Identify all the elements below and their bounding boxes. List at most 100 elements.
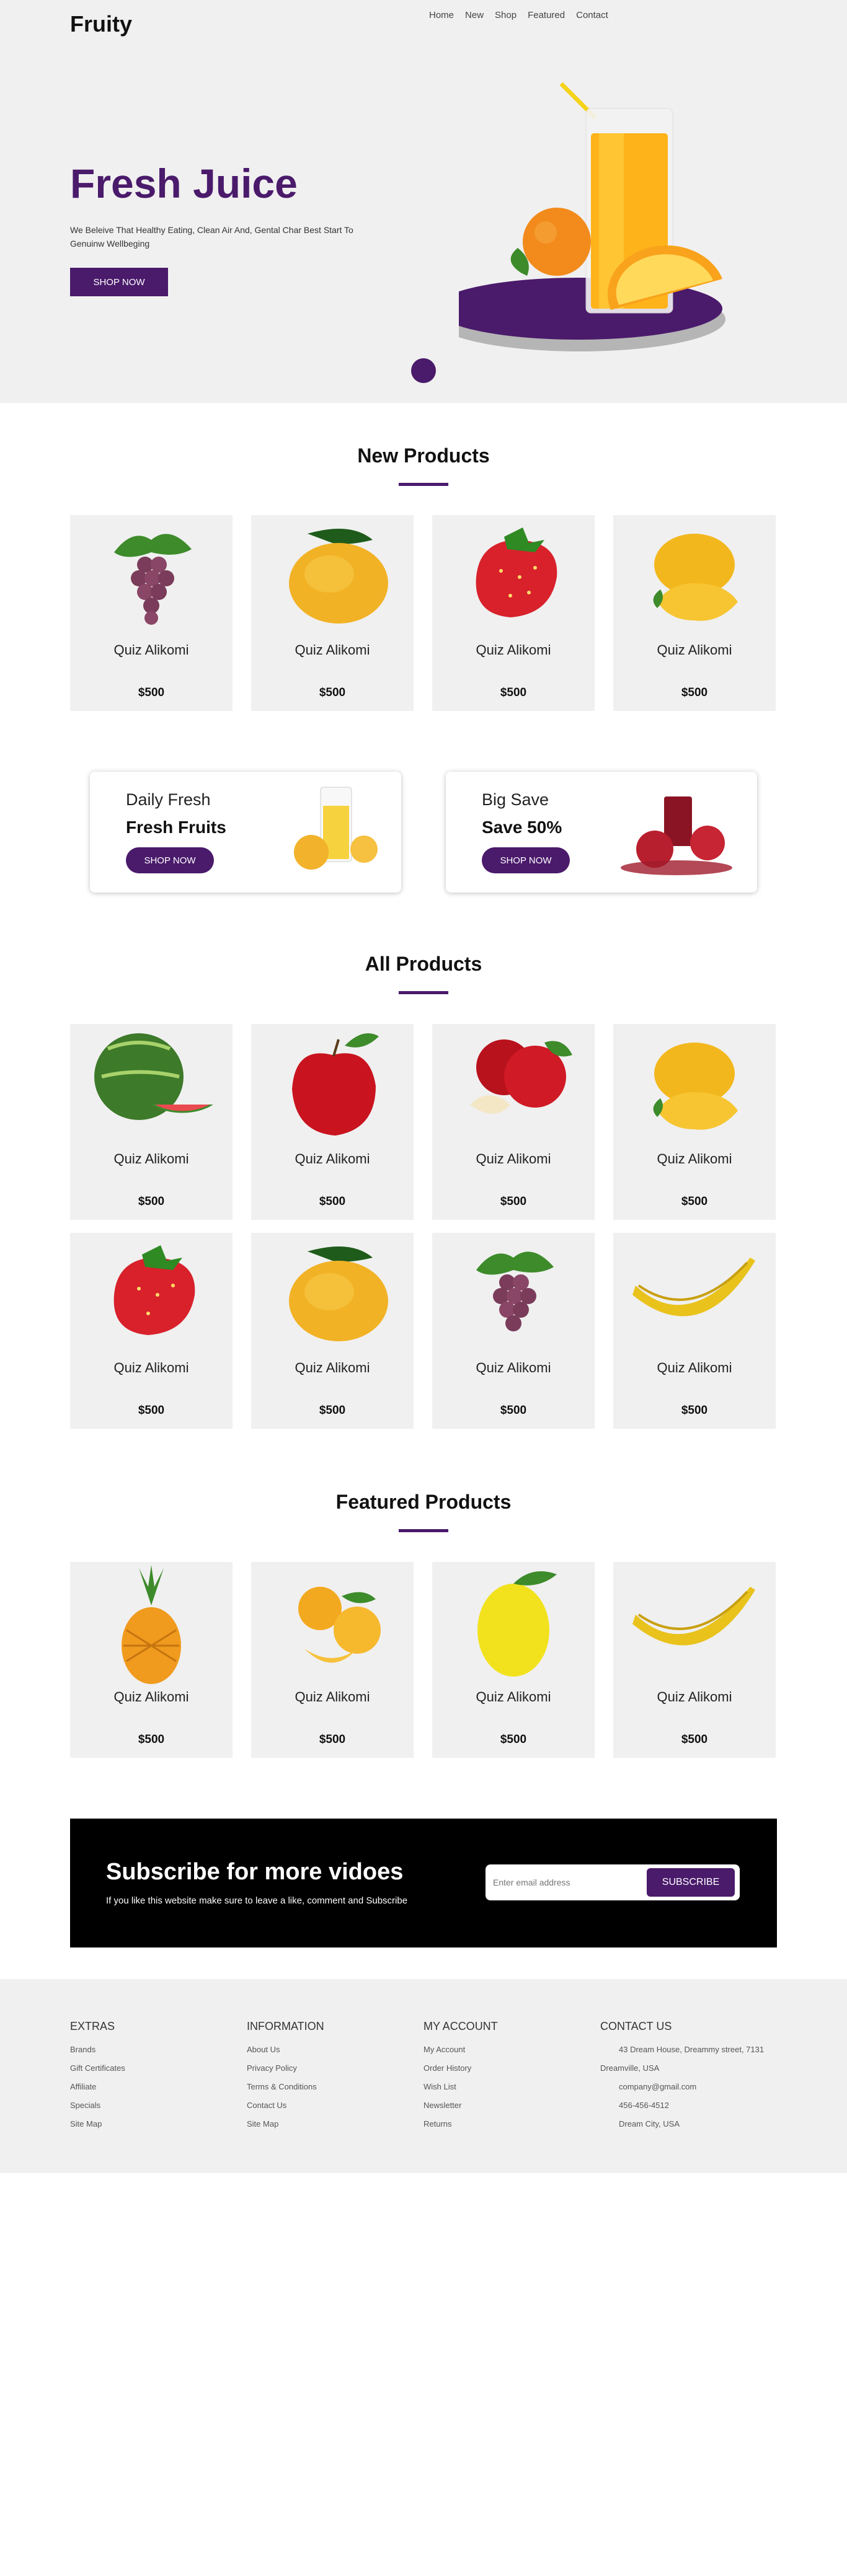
product-price: $500: [319, 686, 346, 699]
promo-shop-now-button[interactable]: SHOP NOW: [126, 847, 214, 873]
product-card[interactable]: Quiz Alikomi $500: [432, 515, 595, 711]
nav-shop[interactable]: Shop: [495, 10, 517, 20]
footer-link[interactable]: Gift Certificates: [70, 2063, 125, 2081]
grapes-image: [476, 1251, 554, 1331]
product-price: $500: [681, 1733, 708, 1746]
promo-shop-now-button[interactable]: SHOP NOW: [482, 847, 570, 873]
hero-tagline: We Beleive That Healthy Eating, Clean Ai…: [70, 225, 353, 249]
nav-home[interactable]: Home: [429, 10, 454, 20]
product-card[interactable]: Quiz Alikomi $500: [613, 1233, 776, 1429]
product-name: Quiz Alikomi: [113, 1151, 189, 1167]
contact-phone[interactable]: 456-456-4512: [600, 2100, 764, 2119]
product-name: Quiz Alikomi: [295, 1360, 370, 1375]
contact-email[interactable]: company@gmail.com: [600, 2081, 764, 2100]
footer-contact: CONTACT US 43 Dream House, Dreammy stree…: [600, 2020, 764, 2137]
featured-products-heading: Featured Products: [335, 1491, 512, 1513]
footer-link[interactable]: Brands: [70, 2044, 125, 2063]
heading-underline: [399, 1529, 448, 1532]
product-card[interactable]: Quiz Alikomi $500: [613, 1562, 776, 1758]
footer-link[interactable]: Newsletter: [423, 2100, 498, 2119]
product-card[interactable]: Quiz Alikomi $500: [70, 1024, 233, 1220]
pineapple-image: [122, 1565, 181, 1684]
contact-location: Dream City, USA: [619, 2119, 680, 2128]
product-price: $500: [138, 1404, 165, 1417]
footer-heading: MY ACCOUNT: [423, 2020, 498, 2032]
nav-new[interactable]: New: [465, 10, 484, 20]
product-price: $500: [138, 686, 165, 699]
product-price: $500: [500, 1733, 527, 1746]
footer-link[interactable]: My Account: [423, 2044, 498, 2063]
promo-subtitle: Daily Fresh: [126, 790, 211, 809]
product-name: Quiz Alikomi: [476, 1360, 551, 1375]
mango-image: [289, 529, 388, 624]
banana-image: [632, 1587, 755, 1646]
heading-underline: [399, 483, 448, 486]
product-card[interactable]: Quiz Alikomi $500: [251, 1024, 414, 1220]
subscribe-title: Subscribe for more vidoes: [106, 1859, 404, 1885]
footer-link[interactable]: Returns: [423, 2119, 498, 2137]
footer-link[interactable]: Wish List: [423, 2081, 498, 2100]
product-card[interactable]: Quiz Alikomi $500: [613, 515, 776, 711]
main-nav: Home New Shop Featured Contact: [429, 10, 619, 20]
logo[interactable]: Fruity: [70, 11, 132, 37]
product-price: $500: [319, 1195, 346, 1208]
hero-section: Fruity Home New Shop Featured Contact Fr…: [0, 0, 847, 403]
product-name: Quiz Alikomi: [476, 642, 551, 658]
product-card[interactable]: Quiz Alikomi $500: [70, 1562, 233, 1758]
product-card[interactable]: Quiz Alikomi $500: [613, 1024, 776, 1220]
footer-heading: CONTACT US: [600, 2020, 672, 2032]
footer-link[interactable]: Order History: [423, 2063, 498, 2081]
footer-link[interactable]: Affiliate: [70, 2081, 125, 2100]
mango-image: [289, 1246, 388, 1341]
banana-image: [632, 1258, 755, 1317]
email-input[interactable]: [493, 1871, 642, 1894]
product-name: Quiz Alikomi: [476, 1689, 551, 1705]
strawberry-image: [113, 1245, 195, 1335]
footer-link[interactable]: Specials: [70, 2100, 125, 2119]
product-card[interactable]: Quiz Alikomi $500: [432, 1562, 595, 1758]
footer-link[interactable]: Site Map: [70, 2119, 125, 2137]
footer-heading: INFORMATION: [247, 2020, 324, 2032]
product-card[interactable]: Quiz Alikomi $500: [251, 515, 414, 711]
new-products-heading: New Products: [357, 444, 490, 467]
grapes-image: [114, 534, 192, 625]
product-name: Quiz Alikomi: [657, 1689, 732, 1705]
product-card[interactable]: Quiz Alikomi $500: [251, 1562, 414, 1758]
pineapple-juice-image: [294, 787, 378, 870]
promo-title: Fresh Fruits: [126, 818, 226, 837]
promo-big-save: Big Save Save 50% SHOP NOW: [446, 772, 757, 893]
product-name: Quiz Alikomi: [113, 1689, 189, 1705]
product-name: Quiz Alikomi: [657, 1360, 732, 1375]
mango-cut-image: [653, 534, 738, 621]
nav-contact[interactable]: Contact: [576, 10, 608, 20]
hero-shop-now-button[interactable]: SHOP NOW: [70, 268, 168, 296]
product-name: Quiz Alikomi: [657, 1151, 732, 1167]
footer-link[interactable]: Contact Us: [247, 2100, 324, 2119]
subscribe-banner: Subscribe for more vidoes If you like th…: [70, 1819, 777, 1947]
footer-link[interactable]: About Us: [247, 2044, 324, 2063]
product-price: $500: [681, 1195, 708, 1208]
hero-title: Fresh Juice: [70, 161, 298, 206]
strawberry-image: [476, 527, 557, 617]
footer-information: INFORMATION About Us Privacy Policy Term…: [247, 2020, 324, 2137]
apple-image: [292, 1033, 379, 1136]
lemon-image: [477, 1571, 557, 1677]
product-price: $500: [500, 1195, 527, 1208]
mango-cut-image: [653, 1043, 738, 1130]
product-card[interactable]: Quiz Alikomi $500: [432, 1024, 595, 1220]
product-card[interactable]: Quiz Alikomi $500: [251, 1233, 414, 1429]
mangoes-image: [298, 1587, 381, 1663]
nav-featured[interactable]: Featured: [528, 10, 565, 20]
product-name: Quiz Alikomi: [113, 642, 189, 658]
footer-link[interactable]: Terms & Conditions: [247, 2081, 324, 2100]
footer-link[interactable]: Privacy Policy: [247, 2063, 324, 2081]
product-card[interactable]: Quiz Alikomi $500: [432, 1233, 595, 1429]
slider-dot[interactable]: [411, 358, 436, 383]
footer: EXTRAS Brands Gift Certificates Affiliat…: [0, 1979, 847, 2173]
subscribe-button[interactable]: SUBSCRIBE: [647, 1868, 735, 1897]
product-card[interactable]: Quiz Alikomi $500: [70, 515, 233, 711]
product-card[interactable]: Quiz Alikomi $500: [70, 1233, 233, 1429]
contact-city: Dreamville, USA: [600, 2063, 660, 2073]
footer-link[interactable]: Site Map: [247, 2119, 324, 2137]
subscribe-form: SUBSCRIBE: [486, 1864, 740, 1900]
